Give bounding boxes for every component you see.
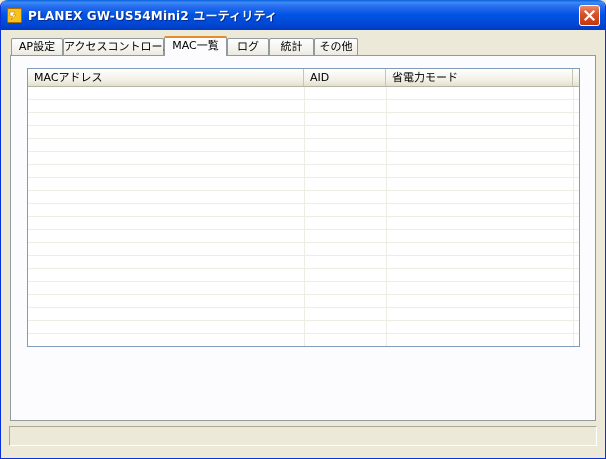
table-row <box>28 282 579 295</box>
column-header-power-save-mode[interactable]: 省電力モード <box>386 69 573 86</box>
table-row <box>28 230 579 243</box>
mac-list-view[interactable]: MACアドレス AID 省電力モード <box>27 68 580 347</box>
table-row <box>28 165 579 178</box>
tab-panel-mac-list: MACアドレス AID 省電力モード <box>10 55 596 421</box>
table-row <box>28 334 579 346</box>
table-row <box>28 321 579 334</box>
table-row <box>28 100 579 113</box>
tab-mac-list[interactable]: MAC一覧 <box>164 36 227 56</box>
close-button[interactable] <box>579 5 600 26</box>
tab-label: アクセスコントロール <box>64 40 174 53</box>
title-bar[interactable]: PLANEX GW-US54Mini2 ユーティリティ <box>1 0 605 30</box>
tab-label: その他 <box>319 40 353 53</box>
client-area: AP設定 アクセスコントロール MAC一覧 ログ 統計 その他 MACアドレス <box>4 30 602 456</box>
app-icon <box>7 8 22 23</box>
table-row <box>28 113 579 126</box>
list-header: MACアドレス AID 省電力モード <box>28 69 579 87</box>
table-row <box>28 269 579 282</box>
close-icon <box>583 9 596 22</box>
window-title: PLANEX GW-US54Mini2 ユーティリティ <box>28 9 278 23</box>
column-header-mac-address[interactable]: MACアドレス <box>28 69 304 86</box>
table-row <box>28 87 579 100</box>
table-row <box>28 243 579 256</box>
table-row <box>28 178 579 191</box>
tab-label: ログ <box>237 40 259 53</box>
column-header-aid[interactable]: AID <box>304 69 386 86</box>
table-row <box>28 139 579 152</box>
status-bar <box>9 426 597 446</box>
table-row <box>28 308 579 321</box>
table-row <box>28 191 579 204</box>
tab-access-control[interactable]: アクセスコントロール <box>63 38 174 55</box>
table-row <box>28 204 579 217</box>
tab-ap-settings[interactable]: AP設定 <box>11 38 63 55</box>
table-row <box>28 256 579 269</box>
list-rows <box>28 87 579 346</box>
tab-statistics[interactable]: 統計 <box>269 38 314 55</box>
tab-log[interactable]: ログ <box>227 38 269 55</box>
table-row <box>28 295 579 308</box>
table-row <box>28 126 579 139</box>
table-row <box>28 152 579 165</box>
tab-other[interactable]: その他 <box>314 38 358 55</box>
tab-label: MAC一覧 <box>172 39 219 52</box>
app-window: PLANEX GW-US54Mini2 ユーティリティ AP設定 アクセスコント… <box>0 0 606 459</box>
table-row <box>28 217 579 230</box>
tab-label: AP設定 <box>18 40 56 53</box>
tab-label: 統計 <box>280 40 303 53</box>
